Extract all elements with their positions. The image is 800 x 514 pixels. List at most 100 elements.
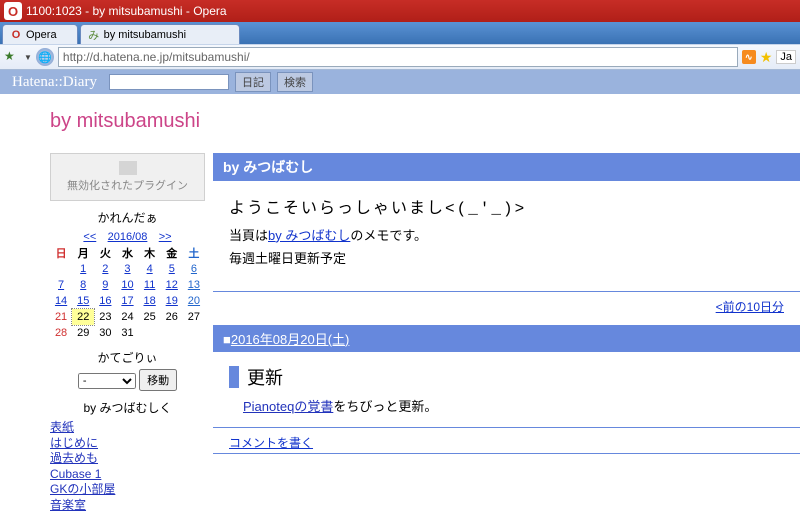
- cal-day[interactable]: 2: [94, 261, 116, 277]
- sidebar-link[interactable]: はじめに: [50, 436, 205, 452]
- cal-day-link[interactable]: 5: [169, 263, 175, 275]
- cal-day-link[interactable]: 19: [166, 295, 178, 307]
- cal-day[interactable]: 4: [139, 261, 161, 277]
- hatena-header: Hatena::Diary 日記 検索: [0, 70, 800, 94]
- bookmark-star-icon[interactable]: ★: [4, 49, 20, 65]
- cal-day-link[interactable]: 10: [121, 279, 133, 291]
- cal-day-link[interactable]: 3: [124, 263, 130, 275]
- cal-day[interactable]: 18: [139, 293, 161, 309]
- cal-day[interactable]: 12: [161, 277, 183, 293]
- cal-day-link[interactable]: 15: [77, 295, 89, 307]
- cal-day: [183, 325, 205, 341]
- cal-day[interactable]: 1: [72, 261, 94, 277]
- hatena-search-input[interactable]: [109, 74, 229, 90]
- cal-day-link[interactable]: 16: [99, 295, 111, 307]
- cal-day-link[interactable]: 13: [188, 279, 200, 291]
- cal-day-link[interactable]: 20: [188, 295, 200, 307]
- cal-day[interactable]: 7: [50, 277, 72, 293]
- sidebar-link[interactable]: 音楽室: [50, 498, 205, 514]
- welcome-text: ようこそいらっしゃいまし<(_'_)>: [229, 195, 784, 224]
- hatena-logo[interactable]: Hatena::Diary: [12, 74, 97, 91]
- opera-tab-icon: O: [9, 28, 23, 42]
- blog-title[interactable]: by mitsubamushi: [50, 110, 800, 133]
- sidebar-link[interactable]: Cubase 1: [50, 467, 205, 483]
- cal-day-link[interactable]: 1: [80, 263, 86, 275]
- cal-day[interactable]: 3: [116, 261, 138, 277]
- cal-day[interactable]: 20: [183, 293, 205, 309]
- cal-day-link[interactable]: 2: [102, 263, 108, 275]
- window-title: 1100:1023 - by mitsubamushi - Opera: [26, 4, 227, 18]
- about-self-link[interactable]: by みつばむし: [268, 228, 350, 243]
- cal-day[interactable]: 15: [72, 293, 94, 309]
- cal-day: 28: [50, 325, 72, 341]
- tab-label: by mitsubamushi: [104, 29, 187, 41]
- tab-opera[interactable]: O Opera: [2, 24, 78, 44]
- tab-bar: O Opera み by mitsubamushi: [0, 22, 800, 44]
- cal-day-link[interactable]: 9: [102, 279, 108, 291]
- cal-day[interactable]: 9: [94, 277, 116, 293]
- url-input[interactable]: [58, 47, 738, 67]
- sidebar-link[interactable]: 過去めも: [50, 451, 205, 467]
- about-line2: 当頁はby みつばむしのメモです。: [229, 224, 784, 247]
- calendar-heading: かれんだぁ: [50, 209, 205, 226]
- cal-day[interactable]: 6: [183, 261, 205, 277]
- rss-icon[interactable]: ∿: [742, 50, 756, 64]
- cal-month[interactable]: 2016/08: [108, 231, 148, 243]
- cal-day: 22: [72, 309, 94, 325]
- prev-days-link[interactable]: <前の10日分: [716, 300, 784, 314]
- cal-dow: 土: [183, 245, 205, 261]
- divider: [213, 453, 800, 454]
- tab-page[interactable]: み by mitsubamushi: [80, 24, 240, 44]
- window-titlebar: O 1100:1023 - by mitsubamushi - Opera: [0, 0, 800, 22]
- cal-day[interactable]: 16: [94, 293, 116, 309]
- cal-day: [139, 325, 161, 341]
- cal-day: 30: [94, 325, 116, 341]
- dropdown-icon[interactable]: ▼: [24, 53, 32, 62]
- disabled-plugin-box[interactable]: 無効化されたプラグイン: [50, 153, 205, 201]
- cal-dow: 火: [94, 245, 116, 261]
- cal-day[interactable]: 11: [139, 277, 161, 293]
- cal-day[interactable]: 13: [183, 277, 205, 293]
- entry-body: Pianoteqの覚書をちびっと更新。: [213, 396, 800, 427]
- linklist-heading: by みつばむしく: [50, 399, 205, 416]
- cal-day[interactable]: 14: [50, 293, 72, 309]
- about-heading: by みつばむし: [213, 153, 800, 181]
- cal-day-link[interactable]: 17: [121, 295, 133, 307]
- cal-day: [161, 325, 183, 341]
- cal-day-link[interactable]: 12: [166, 279, 178, 291]
- cal-next[interactable]: >>: [159, 231, 172, 243]
- plugin-icon: [119, 161, 137, 175]
- search-button[interactable]: 検索: [277, 72, 313, 92]
- language-badge[interactable]: Ja: [776, 50, 796, 64]
- cal-day-link[interactable]: 7: [58, 279, 64, 291]
- favicon-icon: み: [87, 28, 101, 42]
- cal-dow: 金: [161, 245, 183, 261]
- entry-date-link[interactable]: 2016年08月20日(土): [231, 332, 350, 347]
- cal-day[interactable]: 8: [72, 277, 94, 293]
- category-select[interactable]: -: [78, 373, 136, 389]
- opera-logo-icon: O: [4, 2, 22, 20]
- cal-day: [50, 261, 72, 277]
- cal-prev[interactable]: <<: [83, 231, 96, 243]
- cal-day[interactable]: 19: [161, 293, 183, 309]
- cal-day-link[interactable]: 11: [144, 279, 155, 291]
- entry-title-bar-icon: [229, 366, 239, 388]
- cal-day-link[interactable]: 4: [147, 263, 153, 275]
- sidebar-link[interactable]: 表紙: [50, 420, 205, 436]
- cal-day[interactable]: 17: [116, 293, 138, 309]
- sidebar-link[interactable]: GKの小部屋: [50, 482, 205, 498]
- category-heading: かてごりぃ: [50, 349, 205, 366]
- cal-day-link[interactable]: 8: [80, 279, 86, 291]
- cal-day-link[interactable]: 18: [144, 295, 156, 307]
- cal-day[interactable]: 5: [161, 261, 183, 277]
- entry-body-link[interactable]: Pianoteqの覚書: [243, 399, 333, 414]
- write-comment-link[interactable]: コメントを書く: [229, 436, 313, 450]
- cal-day[interactable]: 10: [116, 277, 138, 293]
- address-bar: ★ ▼ 🌐 ∿ ★ Ja: [0, 44, 800, 70]
- favorite-star-icon[interactable]: ★: [760, 49, 773, 66]
- diary-button[interactable]: 日記: [235, 72, 271, 92]
- category-go-button[interactable]: 移動: [139, 369, 177, 391]
- cal-day-link[interactable]: 14: [55, 295, 67, 307]
- cal-day-link[interactable]: 6: [191, 263, 197, 275]
- globe-icon[interactable]: 🌐: [36, 48, 54, 66]
